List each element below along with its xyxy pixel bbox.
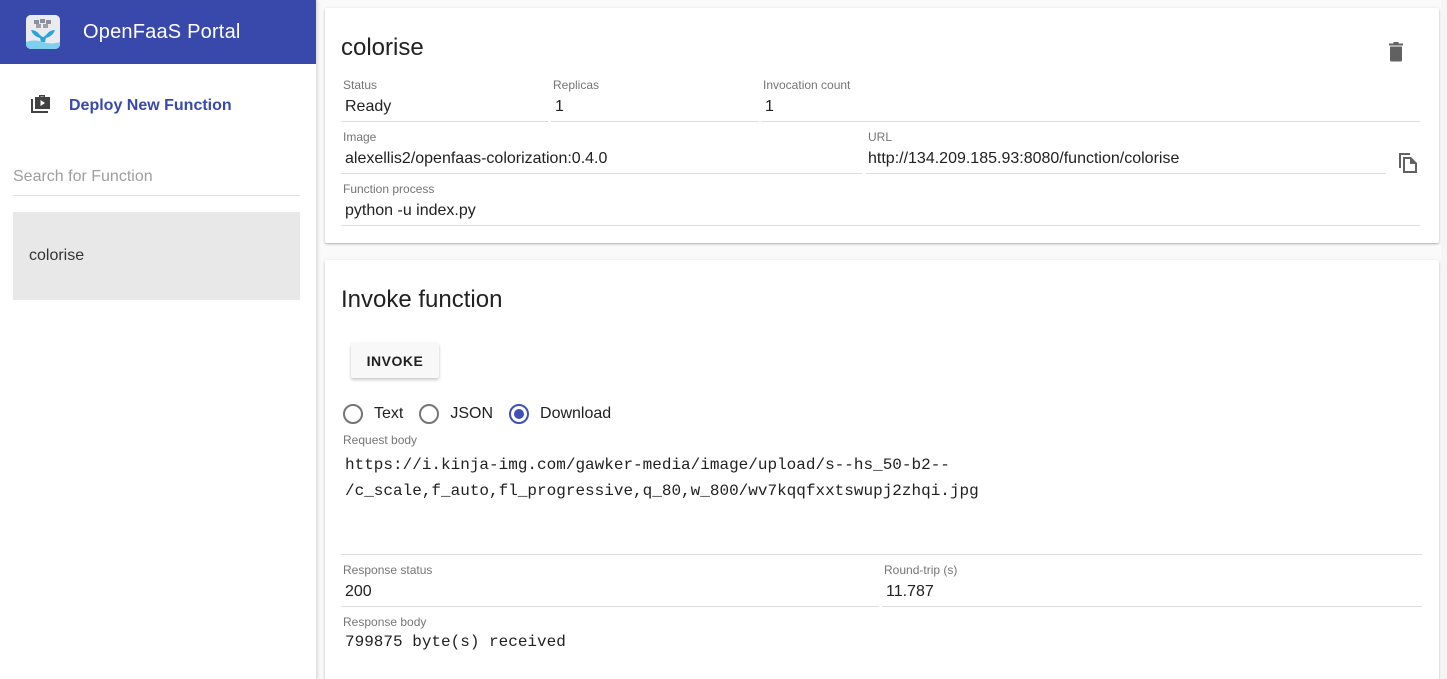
response-status-label: Response status [343,563,433,577]
deploy-new-function-button[interactable]: Deploy New Function [0,64,316,148]
request-body-label: Request body [343,433,418,447]
radio-unchecked-icon[interactable] [419,404,440,424]
radio-label: Download [540,405,612,422]
radio-download[interactable]: Download [509,404,611,424]
invoke-button[interactable]: INVOKE [351,343,439,378]
response-body-label: Response body [343,615,427,629]
radio-checked-icon[interactable] [509,404,530,424]
status-label: Status [343,78,378,92]
invoke-function-card: Invoke function INVOKE Text JSON Downloa… [325,260,1439,679]
sidebar: OpenFaaS Portal Deploy New Function colo… [0,0,317,679]
field-underline [341,554,1422,555]
field-underline [341,173,862,174]
response-status-value: 200 [345,583,372,600]
field-underline [341,121,548,122]
field-underline [761,121,1420,122]
content-type-radio-group: Text JSON Download [343,404,627,424]
replicas-field: Replicas 1 [551,78,759,122]
field-underline [341,225,1420,226]
function-list-item[interactable]: colorise [13,212,300,300]
trash-icon[interactable] [1388,42,1404,67]
image-label: Image [343,130,377,144]
function-name: colorise [29,247,85,264]
status-value: Ready [345,98,392,115]
field-underline [551,121,759,122]
scrollbar[interactable] [1441,0,1447,679]
openfaas-logo-icon [26,15,60,49]
image-field: Image alexellis2/openfaas-colorization:0… [341,130,862,174]
app-title: OpenFaaS Portal [83,20,241,43]
url-value[interactable]: http://134.209.185.93:8080/function/colo… [868,150,1179,168]
request-body-line: /c_scale,f_auto,fl_progressive,q_80,w_80… [345,482,979,500]
invocation-count-value: 1 [765,98,774,115]
radio-label: Text [374,405,404,422]
field-underline [341,606,879,607]
function-search [13,148,300,196]
status-field: Status Ready [341,78,548,122]
video-briefcase-icon [29,93,53,120]
url-label: URL [868,130,893,144]
round-trip-label: Round-trip (s) [884,563,958,577]
field-underline [882,606,1422,607]
deploy-new-function-label: Deploy New Function [69,97,232,114]
request-body-textarea[interactable]: https://i.kinja-img.com/gawker-media/ima… [345,452,979,504]
url-field: URL http://134.209.185.93:8080/function/… [866,130,1386,174]
app-bar: OpenFaaS Portal [0,0,316,64]
round-trip-field: Round-trip (s) 11.787 [882,563,1422,607]
search-input[interactable] [13,168,300,195]
invocation-count-field: Invocation count 1 [761,78,1420,122]
copy-icon[interactable] [1398,152,1418,179]
function-process-value: python -u index.py [345,202,476,219]
function-title: colorise [341,34,424,61]
radio-unchecked-icon[interactable] [343,404,363,424]
response-status-field: Response status 200 [341,563,879,607]
function-details-card: colorise Status Ready Replicas 1 Invocat… [325,8,1439,243]
invoke-title: Invoke function [341,286,503,313]
function-process-field: Function process python -u index.py [341,182,1420,226]
image-value: alexellis2/openfaas-colorization:0.4.0 [345,150,608,167]
replicas-label: Replicas [553,78,600,92]
radio-label: JSON [450,405,494,422]
response-body-value: 799875 byte(s) received [345,633,566,651]
field-underline [866,173,1386,174]
function-process-label: Function process [343,182,435,196]
request-body-line: https://i.kinja-img.com/gawker-media/ima… [345,456,950,474]
radio-text[interactable]: Text [343,404,403,424]
round-trip-value: 11.787 [886,583,934,600]
response-body-field: Response body 799875 byte(s) received [341,615,1422,675]
invocation-count-label: Invocation count [763,78,851,92]
replicas-value: 1 [555,98,564,115]
radio-json[interactable]: JSON [419,404,493,424]
